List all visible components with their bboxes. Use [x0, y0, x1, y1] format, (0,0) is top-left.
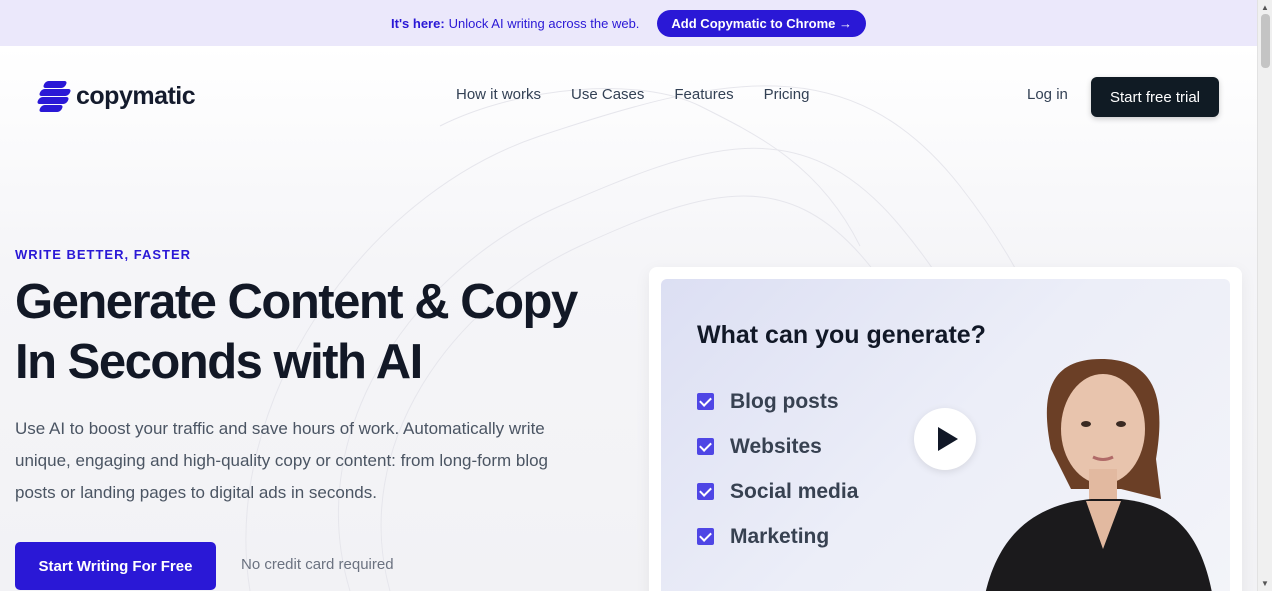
checkbox-icon	[697, 528, 714, 545]
list-item: Marketing	[697, 514, 858, 559]
add-to-chrome-button[interactable]: Add Copymatic to Chrome →	[657, 9, 866, 37]
checkbox-icon	[697, 438, 714, 455]
hero-headline: Generate Content & Copy In Seconds with …	[15, 272, 635, 392]
list-item-label: Marketing	[730, 524, 830, 548]
list-item-label: Websites	[730, 434, 822, 458]
promo-strong: It's here:	[391, 15, 445, 31]
headline-line-1: Generate Content & Copy	[15, 275, 578, 329]
checkbox-icon	[697, 393, 714, 410]
scroll-up-icon[interactable]: ▲	[1261, 3, 1269, 12]
list-item-label: Blog posts	[730, 389, 839, 413]
login-link[interactable]: Log in	[1027, 86, 1068, 103]
scrollbar[interactable]: ▲ ▼	[1257, 0, 1272, 591]
scrollbar-thumb[interactable]	[1261, 14, 1270, 68]
nav-item-use-cases[interactable]: Use Cases	[571, 86, 644, 103]
nav-item-pricing[interactable]: Pricing	[764, 86, 810, 103]
hero-subtext: Use AI to boost your traffic and save ho…	[15, 419, 549, 502]
logo[interactable]: copymatic	[36, 80, 196, 112]
nav-item-features[interactable]: Features	[674, 86, 733, 103]
list-item: Blog posts	[697, 379, 858, 424]
logo-wordmark: copymatic	[76, 81, 196, 110]
list-item: Social media	[697, 469, 858, 514]
hero-eyebrow: WRITE BETTER, FASTER	[15, 247, 191, 262]
scroll-down-icon[interactable]: ▼	[1261, 579, 1269, 588]
promo-banner: It's here: Unlock AI writing across the …	[0, 0, 1257, 46]
nav-item-how-it-works[interactable]: How it works	[456, 86, 541, 103]
no-credit-card-note: No credit card required	[241, 556, 394, 573]
promo-text: Unlock AI writing across the web.	[448, 15, 640, 31]
video-feature-list: Blog posts Websites Social media Marketi…	[697, 379, 858, 559]
play-icon[interactable]	[914, 408, 976, 470]
start-writing-button[interactable]: Start Writing For Free	[15, 542, 216, 590]
main-nav: How it works Use Cases Features Pricing	[456, 86, 809, 103]
headline-line-2: In Seconds with AI	[15, 335, 423, 389]
list-item: Websites	[697, 424, 858, 469]
start-free-trial-button[interactable]: Start free trial	[1091, 77, 1219, 117]
checkbox-icon	[697, 483, 714, 500]
intro-video[interactable]: What can you generate? Blog posts Websit…	[661, 279, 1230, 591]
logo-mark-icon	[36, 80, 72, 112]
list-item-label: Social media	[730, 479, 859, 503]
